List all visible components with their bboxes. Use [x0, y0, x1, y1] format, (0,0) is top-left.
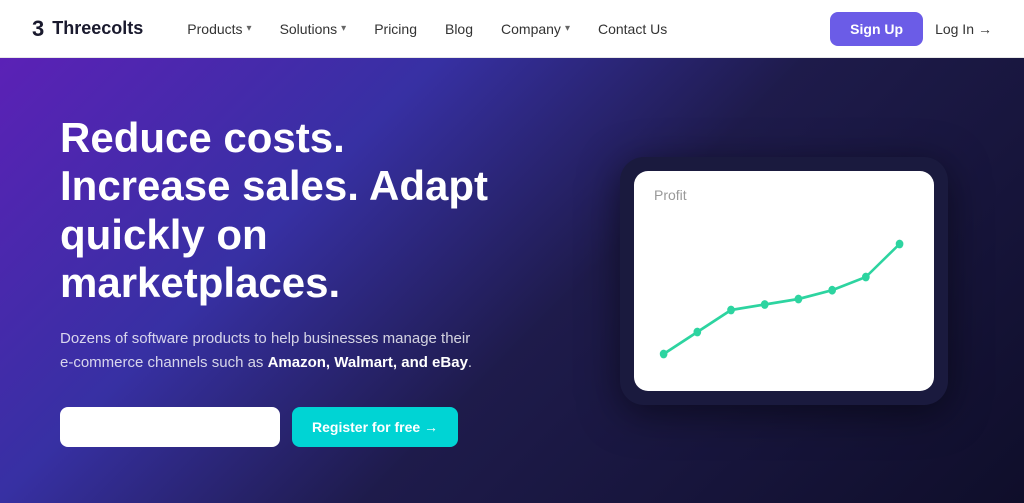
nav-item-products[interactable]: Products ▾	[175, 13, 263, 45]
hero-right: Profit	[620, 157, 948, 405]
navbar: 3 Threecolts Products ▾ Solutions ▾ Pric…	[0, 0, 1024, 58]
chevron-down-icon: ▾	[247, 23, 252, 34]
signup-button[interactable]: Sign Up	[830, 12, 923, 46]
chevron-down-icon: ▾	[341, 23, 346, 34]
nav-item-blog[interactable]: Blog	[433, 13, 485, 45]
logo-icon: 3	[32, 16, 44, 42]
nav-label-pricing: Pricing	[374, 21, 417, 37]
nav-item-contact[interactable]: Contact Us	[586, 13, 679, 45]
chart-card-inner: Profit	[634, 171, 934, 391]
hero-left: Reduce costs.Increase sales. Adaptquickl…	[60, 114, 580, 447]
nav-item-company[interactable]: Company ▾	[489, 13, 582, 45]
logo-text: Threecolts	[52, 18, 143, 39]
hero-subtext: Dozens of software products to help busi…	[60, 327, 480, 375]
hero-section: Reduce costs.Increase sales. Adaptquickl…	[0, 58, 1024, 503]
nav-label-company: Company	[501, 21, 561, 37]
hero-headline: Reduce costs.Increase sales. Adaptquickl…	[60, 114, 580, 307]
nav-item-solutions[interactable]: Solutions ▾	[268, 13, 359, 45]
login-button[interactable]: Log In →	[935, 21, 992, 37]
nav-label-contact: Contact Us	[598, 21, 667, 37]
login-label: Log In	[935, 21, 974, 37]
hero-subtext-end: .	[468, 354, 472, 371]
nav-label-solutions: Solutions	[280, 21, 338, 37]
hero-cta: Register for free →	[60, 407, 580, 447]
nav-links: Products ▾ Solutions ▾ Pricing Blog Comp…	[175, 13, 830, 45]
chevron-down-icon: ▾	[565, 23, 570, 34]
nav-label-products: Products	[187, 21, 242, 37]
nav-actions: Sign Up Log In →	[830, 12, 992, 46]
profit-chart	[654, 211, 914, 376]
register-button[interactable]: Register for free →	[292, 407, 458, 447]
nav-label-blog: Blog	[445, 21, 473, 37]
email-input[interactable]	[60, 407, 280, 447]
chart-card-outer: Profit	[620, 157, 948, 405]
logo-link[interactable]: 3 Threecolts	[32, 16, 143, 42]
login-arrow: →	[978, 21, 992, 37]
hero-subtext-bold: Amazon, Walmart, and eBay	[268, 354, 468, 371]
nav-item-pricing[interactable]: Pricing	[362, 13, 429, 45]
chart-title: Profit	[654, 187, 914, 203]
